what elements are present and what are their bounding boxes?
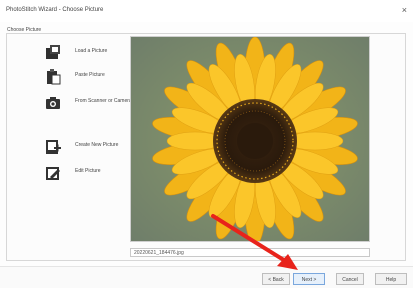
annotation-arrow-icon — [211, 214, 298, 270]
wizard-window: PhotoStitch Wizard - Choose Picture × Ch… — [0, 0, 413, 288]
